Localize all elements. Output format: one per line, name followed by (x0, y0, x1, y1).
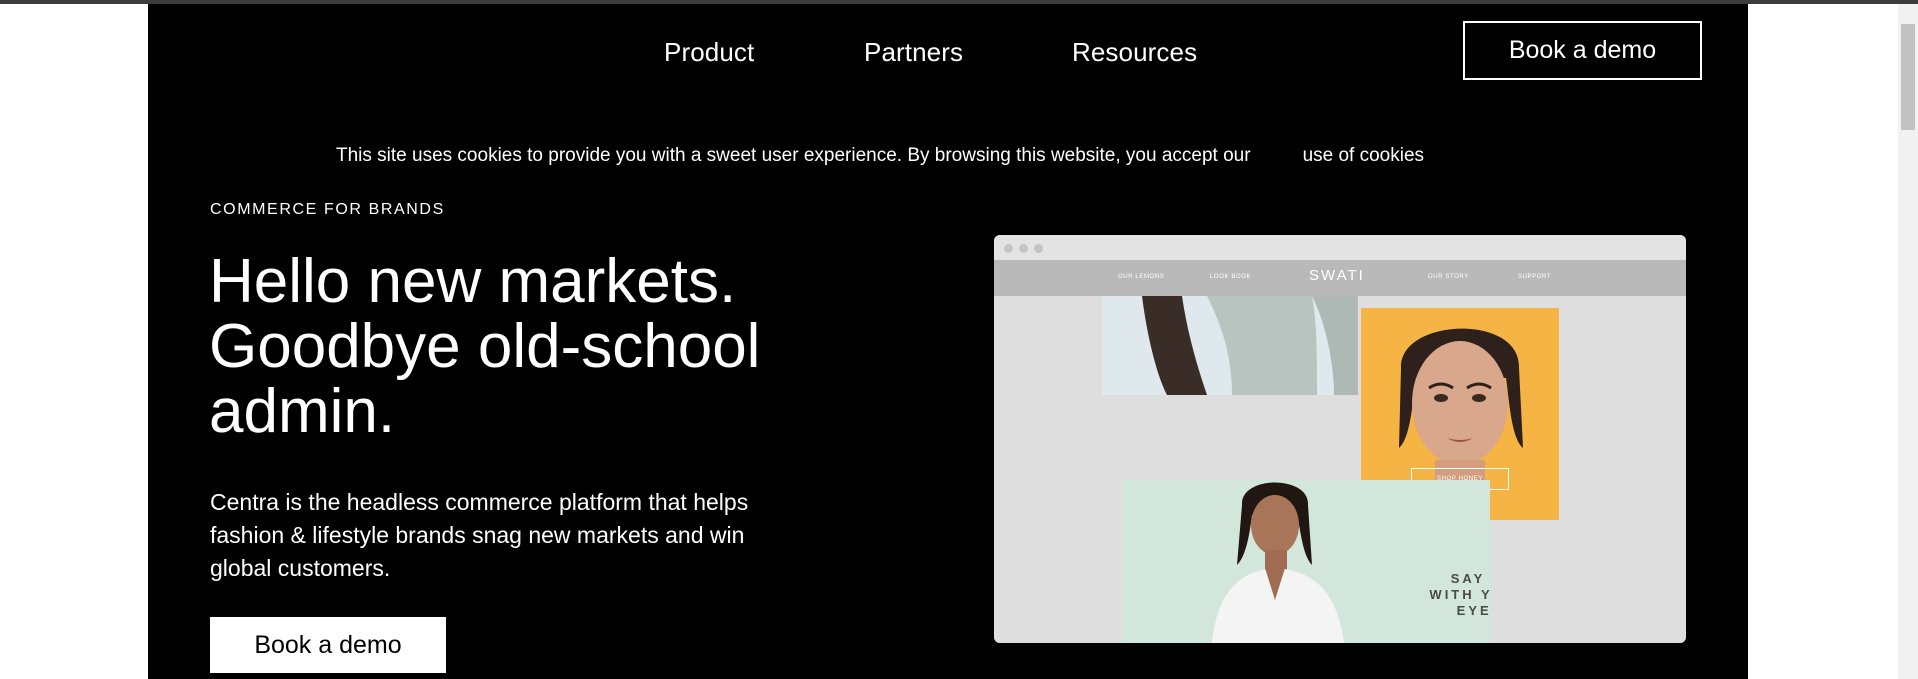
window-dot-icon (1004, 244, 1013, 253)
mockup-store-nav: OUR LEMONS LOOK BOOK SWATI OUR STORY SUP… (994, 260, 1686, 296)
model-photo-shirt: SAY IT WITH YOUR EYES (1122, 480, 1490, 643)
mockup-product-grid: SHOP HONEY SAY IT WITH YOUR EYES (994, 296, 1686, 643)
hero-headline: Hello new markets. Goodbye old-school ad… (209, 249, 829, 444)
store-preview-mockup: OUR LEMONS LOOK BOOK SWATI OUR STORY SUP… (994, 235, 1686, 643)
mockup-tagline-line-2: WITH YOUR (1429, 587, 1490, 602)
nav-link-partners[interactable]: Partners (864, 37, 963, 68)
mockup-tagline-line-3: EYES (1456, 603, 1490, 618)
cookie-notice-text: This site uses cookies to provide you wi… (336, 145, 1251, 166)
mockup-nav-item: SUPPORT (1518, 274, 1552, 280)
mockup-nav-item: LOOK BOOK (1210, 274, 1252, 280)
scrollbar-thumb[interactable] (1901, 24, 1915, 130)
mockup-tagline-line-1: SAY IT (1450, 571, 1490, 586)
window-dot-icon (1019, 244, 1028, 253)
mockup-nav-item: OUR LEMONS (1118, 274, 1165, 280)
mockup-nav-item: OUR STORY (1428, 274, 1469, 280)
nav-link-product[interactable]: Product (664, 37, 754, 68)
cookie-policy-link[interactable]: use of cookies (1303, 145, 1424, 166)
window-dot-icon (1034, 244, 1043, 253)
hero-headline-line-1: Hello new markets. (209, 247, 737, 316)
main-nav: Product Partners Resources Book a demo (148, 4, 1748, 104)
nav-link-resources[interactable]: Resources (1072, 37, 1197, 68)
mockup-tagline: SAY IT WITH YOUR EYES (1417, 571, 1490, 619)
page-content: Product Partners Resources Book a demo T… (148, 4, 1748, 679)
model-photo-sweater (1102, 296, 1358, 395)
hero-headline-line-3: admin. (209, 377, 396, 446)
hero-headline-line-2: Goodbye old-school (209, 312, 761, 381)
cookie-notice: This site uses cookies to provide you wi… (336, 145, 1424, 167)
hero-subtext: Centra is the headless commerce platform… (210, 489, 749, 581)
hero-eyebrow: COMMERCE FOR BRANDS (210, 201, 445, 218)
nav-book-demo-button[interactable]: Book a demo (1463, 21, 1702, 80)
page-scrollbar[interactable] (1898, 4, 1918, 679)
hero-book-demo-button[interactable]: Book a demo (210, 617, 446, 673)
mockup-browser-bar (994, 235, 1686, 260)
mockup-store-logo: SWATI (1309, 267, 1365, 284)
